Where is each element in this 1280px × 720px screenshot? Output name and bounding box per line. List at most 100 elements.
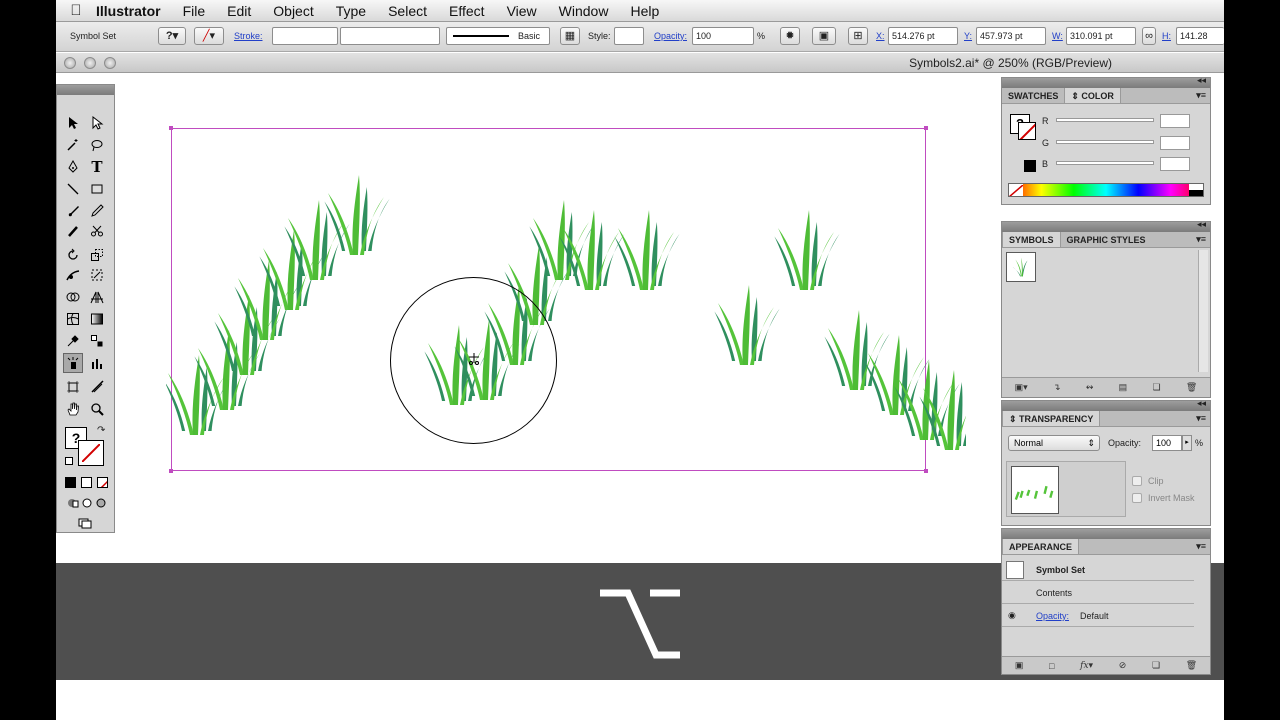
- add-effect-icon[interactable]: fx▾: [1080, 661, 1093, 671]
- brush-definition-dropdown[interactable]: Basic: [446, 27, 550, 45]
- menu-effect[interactable]: Effect: [449, 3, 485, 19]
- symbol-sprayer-tool-icon[interactable]: [63, 353, 83, 373]
- transparency-panel-header[interactable]: ◂◂: [1002, 398, 1210, 411]
- symbol-libraries-menu-icon[interactable]: ▣▾: [1015, 382, 1028, 393]
- clip-checkbox[interactable]: [1132, 476, 1142, 486]
- opacity-panel-link[interactable]: Opacity:: [654, 27, 687, 45]
- screen-mode-icon[interactable]: [75, 513, 95, 533]
- x-position-field[interactable]: 514.276 pt: [888, 27, 958, 45]
- color-stroke-swatch[interactable]: [1018, 122, 1036, 140]
- line-segment-tool-icon[interactable]: [63, 179, 83, 199]
- appearance-contents-row[interactable]: Contents: [1002, 582, 1194, 604]
- width-field[interactable]: 310.091 pt: [1066, 27, 1136, 45]
- red-slider[interactable]: [1056, 118, 1154, 122]
- reference-point-icon[interactable]: ⊞: [848, 27, 868, 45]
- blend-tool-icon[interactable]: [87, 331, 107, 351]
- panel-menu-icon[interactable]: ▾≡: [1196, 90, 1206, 101]
- last-color-swatch[interactable]: [1024, 160, 1036, 172]
- recolor-artwork-icon[interactable]: ✹: [780, 27, 800, 45]
- stroke-swatch-dropdown[interactable]: ╱▾: [194, 27, 224, 45]
- tab-graphic-styles[interactable]: GRAPHIC STYLES: [1061, 232, 1152, 247]
- add-stroke-icon[interactable]: ▣: [1015, 660, 1024, 671]
- paintbrush-tool-icon[interactable]: [63, 201, 83, 221]
- appearance-opacity-row[interactable]: ◉ Opacity: Default: [1002, 605, 1194, 627]
- height-field[interactable]: 141.28: [1176, 27, 1224, 45]
- opacity-slider-toggle[interactable]: ▸: [1182, 435, 1192, 451]
- delete-symbol-icon[interactable]: 🗑: [1186, 382, 1197, 393]
- appearance-panel-header[interactable]: [1002, 529, 1210, 539]
- invert-mask-checkbox[interactable]: [1132, 493, 1142, 503]
- tab-symbols[interactable]: SYMBOLS: [1002, 232, 1061, 247]
- zoom-tool-icon[interactable]: [87, 399, 107, 419]
- variable-width-dropdown[interactable]: [340, 27, 440, 45]
- type-tool-icon[interactable]: T: [87, 157, 107, 177]
- style-dropdown[interactable]: [614, 27, 644, 45]
- color-panel-header[interactable]: ◂◂: [1002, 75, 1210, 88]
- app-menu[interactable]: Illustrator: [96, 3, 161, 19]
- menu-window[interactable]: Window: [559, 3, 609, 19]
- slice-tool-icon[interactable]: [87, 377, 107, 397]
- clear-appearance-icon[interactable]: ⊘: [1119, 660, 1127, 671]
- free-transform-tool-icon[interactable]: [87, 265, 107, 285]
- black-color-chip[interactable]: [1189, 190, 1203, 196]
- collapse-panel-icon[interactable]: ◂◂: [1197, 219, 1206, 230]
- direct-selection-tool-icon[interactable]: [87, 113, 107, 133]
- rectangle-tool-icon[interactable]: [87, 179, 107, 199]
- align-to-icon[interactable]: ▣: [812, 27, 836, 45]
- warp-tool-icon[interactable]: [63, 265, 83, 285]
- stroke-color-swatch[interactable]: [78, 440, 104, 466]
- default-fill-stroke-icon[interactable]: [65, 457, 73, 465]
- scale-tool-icon[interactable]: [87, 245, 107, 265]
- minimize-window-icon[interactable]: [84, 57, 96, 69]
- artboard-tool-icon[interactable]: [63, 377, 83, 397]
- symbols-panel-header[interactable]: ◂◂: [1002, 219, 1210, 232]
- zoom-window-icon[interactable]: [104, 57, 116, 69]
- menu-file[interactable]: File: [183, 3, 206, 19]
- color-mode-button[interactable]: [65, 477, 76, 488]
- tab-color[interactable]: ⇕ COLOR: [1064, 88, 1121, 103]
- menu-type[interactable]: Type: [336, 3, 366, 19]
- pen-tool-icon[interactable]: [63, 157, 83, 177]
- menu-edit[interactable]: Edit: [227, 3, 251, 19]
- draw-inside-icon[interactable]: [91, 493, 111, 513]
- fill-swatch-dropdown[interactable]: ?▾: [158, 27, 186, 45]
- place-symbol-instance-icon[interactable]: ↴: [1053, 382, 1061, 393]
- hand-tool-icon[interactable]: [63, 399, 83, 419]
- swap-fill-stroke-icon[interactable]: ↷: [97, 425, 105, 436]
- stroke-weight-field[interactable]: [272, 27, 338, 45]
- selection-tool-icon[interactable]: [63, 113, 83, 133]
- magic-wand-tool-icon[interactable]: [63, 135, 83, 155]
- constrain-proportions-icon[interactable]: ∞: [1142, 27, 1156, 45]
- panel-menu-icon[interactable]: ▾≡: [1196, 413, 1206, 424]
- close-window-icon[interactable]: [64, 57, 76, 69]
- blue-value-field[interactable]: [1160, 157, 1190, 171]
- appearance-object-row[interactable]: Symbol Set: [1002, 559, 1194, 581]
- appearance-opacity-link[interactable]: Opacity:: [1036, 611, 1069, 621]
- tab-appearance[interactable]: APPEARANCE: [1002, 539, 1080, 554]
- transform-h-label[interactable]: H:: [1162, 27, 1171, 45]
- transform-x-label[interactable]: X:: [876, 27, 885, 45]
- none-color-icon[interactable]: [1009, 184, 1023, 196]
- delete-item-icon[interactable]: 🗑: [1186, 660, 1197, 671]
- opacity-field[interactable]: 100: [692, 27, 754, 45]
- transparency-opacity-field[interactable]: 100: [1152, 435, 1182, 451]
- tools-panel-header[interactable]: [57, 85, 114, 95]
- pencil-tool-icon[interactable]: [87, 201, 107, 221]
- blue-slider[interactable]: [1056, 161, 1154, 165]
- object-thumbnail[interactable]: [1011, 466, 1059, 514]
- y-position-field[interactable]: 457.973 pt: [976, 27, 1046, 45]
- gradient-tool-icon[interactable]: [87, 309, 107, 329]
- menu-object[interactable]: Object: [273, 3, 313, 19]
- gradient-mode-button[interactable]: [81, 477, 92, 488]
- tab-transparency[interactable]: ⇕ TRANSPARENCY: [1002, 411, 1101, 426]
- duplicate-item-icon[interactable]: ❏: [1152, 660, 1160, 671]
- transform-y-label[interactable]: Y:: [964, 27, 972, 45]
- symbols-scrollbar[interactable]: [1198, 250, 1208, 372]
- menu-select[interactable]: Select: [388, 3, 427, 19]
- stroke-panel-link[interactable]: Stroke:: [234, 27, 263, 45]
- green-slider[interactable]: [1056, 140, 1154, 144]
- grass-symbol-instances[interactable]: [166, 120, 966, 480]
- lasso-tool-icon[interactable]: [87, 135, 107, 155]
- rotate-tool-icon[interactable]: [63, 245, 83, 265]
- blend-mode-dropdown[interactable]: Normal ⇕: [1008, 435, 1100, 451]
